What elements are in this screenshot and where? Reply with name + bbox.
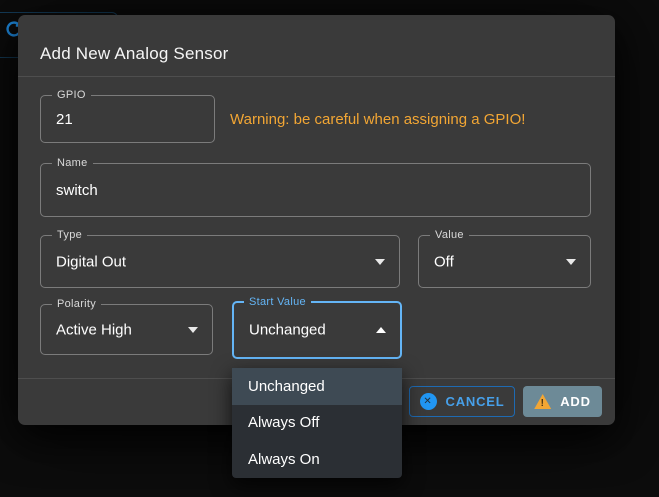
name-field[interactable]: Name <box>40 163 591 217</box>
polarity-select[interactable]: Polarity Active High <box>40 304 213 355</box>
menu-item-always-on[interactable]: Always On <box>232 441 402 478</box>
gpio-warning-text: Warning: be careful when assigning a GPI… <box>230 111 525 128</box>
chevron-down-icon <box>375 259 385 265</box>
add-button[interactable]: ADD <box>523 386 602 417</box>
start-value-select-value: Unchanged <box>249 322 326 339</box>
chevron-down-icon <box>566 259 576 265</box>
cancel-button-label: CANCEL <box>446 394 505 409</box>
polarity-select-label: Polarity <box>52 298 101 311</box>
gpio-field[interactable]: GPIO <box>40 95 215 143</box>
value-select-value: Off <box>434 253 454 270</box>
warning-icon <box>534 394 551 409</box>
start-value-select-label: Start Value <box>244 296 311 309</box>
type-select[interactable]: Type Digital Out <box>40 235 400 288</box>
polarity-select-value: Active High <box>56 321 132 338</box>
value-select[interactable]: Value Off <box>418 235 591 288</box>
title-divider <box>18 76 615 77</box>
value-select-label: Value <box>430 229 469 242</box>
start-value-menu: Unchanged Always Off Always On <box>232 368 402 478</box>
start-value-select[interactable]: Start Value Unchanged <box>232 301 402 359</box>
menu-item-always-off[interactable]: Always Off <box>232 405 402 442</box>
add-sensor-dialog: Add New Analog Sensor GPIO Warning: be c… <box>18 15 615 425</box>
gpio-input[interactable] <box>41 96 214 142</box>
dialog-title: Add New Analog Sensor <box>40 44 229 64</box>
cancel-button[interactable]: CANCEL <box>409 386 515 417</box>
name-input[interactable] <box>41 164 590 216</box>
chevron-up-icon <box>376 327 386 333</box>
cancel-icon <box>420 393 437 410</box>
type-select-value: Digital Out <box>56 253 126 270</box>
type-select-label: Type <box>52 229 87 242</box>
add-button-label: ADD <box>560 394 591 409</box>
menu-item-unchanged[interactable]: Unchanged <box>232 368 402 405</box>
chevron-down-icon <box>188 327 198 333</box>
